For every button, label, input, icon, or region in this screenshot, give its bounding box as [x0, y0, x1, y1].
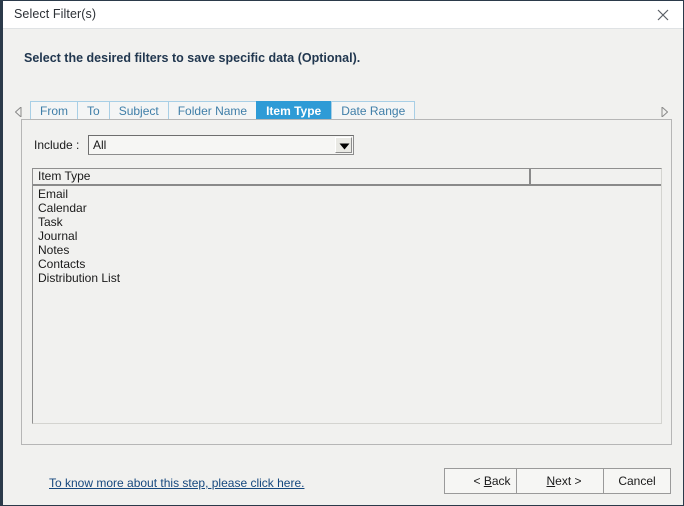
include-dropdown-value: All [93, 138, 107, 152]
list-header: Item Type [33, 169, 661, 186]
title-bar: Select Filter(s) [3, 1, 683, 29]
list-item[interactable]: Contacts [33, 257, 661, 271]
close-button[interactable] [643, 1, 683, 28]
list-rows: Email Calendar Task Journal Notes Contac… [33, 187, 661, 285]
back-button-prefix: < [473, 474, 484, 488]
list-item[interactable]: Notes [33, 243, 661, 257]
cancel-button[interactable]: Cancel [603, 468, 671, 494]
help-link[interactable]: To know more about this step, please cli… [49, 476, 304, 490]
list-column-header-blank[interactable] [531, 169, 661, 184]
list-item[interactable]: Calendar [33, 201, 661, 215]
list-item[interactable]: Email [33, 187, 661, 201]
next-button-rest: ext [555, 474, 572, 488]
include-label: Include : [34, 138, 80, 152]
next-button[interactable]: Next > [516, 468, 612, 494]
tab-scroll-right-button[interactable] [657, 104, 671, 120]
window-title: Select Filter(s) [14, 7, 97, 21]
include-dropdown[interactable]: All [88, 135, 354, 155]
back-button-rest: ack [491, 474, 511, 488]
back-button-accel: B [483, 474, 492, 488]
item-type-listbox[interactable]: Item Type Email Calendar Task Journal No… [32, 168, 662, 424]
page-heading: Select the desired filters to save speci… [24, 51, 361, 65]
include-dropdown-arrow-button[interactable] [335, 137, 352, 153]
footer: To know more about this step, please cli… [3, 445, 683, 505]
list-item[interactable]: Task [33, 215, 661, 229]
dialog-window: Select Filter(s) Select the desired filt… [0, 0, 684, 506]
heading-strip: Select the desired filters to save speci… [3, 29, 683, 91]
list-item[interactable]: Journal [33, 229, 661, 243]
list-column-header-item-type[interactable]: Item Type [33, 169, 532, 184]
filter-panel: Include : All Item Type Email Calendar T… [21, 119, 672, 445]
next-button-accel: N [546, 474, 556, 488]
list-item[interactable]: Distribution List [33, 271, 661, 285]
next-button-suffix: > [571, 474, 582, 488]
tab-scroll-left-button[interactable] [12, 104, 26, 120]
